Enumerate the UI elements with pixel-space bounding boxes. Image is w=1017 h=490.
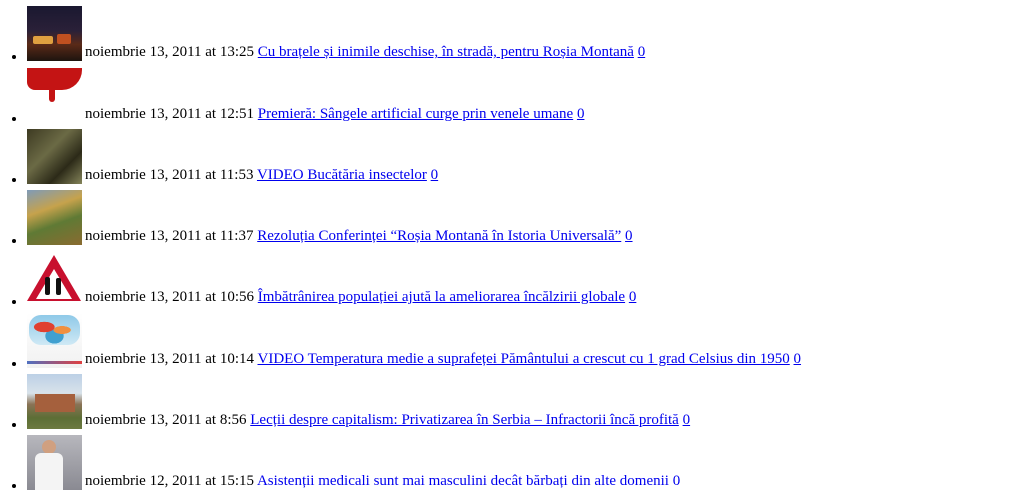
post-date: noiembrie 13, 2011 [85, 350, 202, 367]
post-thumbnail-icon[interactable] [27, 67, 82, 123]
list-item: noiembrie 12, 2011 at 15:15 Asistenții m… [27, 429, 1017, 490]
post-title-link[interactable]: VIDEO Bucătăria insectelor [257, 167, 427, 183]
post-date: noiembrie 13, 2011 [85, 289, 202, 306]
post-thumbnail-icon[interactable] [27, 6, 82, 62]
post-time: 10:14 [219, 350, 255, 367]
post-date: noiembrie 12, 2011 [85, 473, 202, 489]
warning-triangle-inner [36, 269, 72, 300]
post-title-link[interactable]: Îmbătrânirea populației ajută la amelior… [258, 289, 625, 305]
list-item: noiembrie 13, 2011 at 11:37 Rezoluția Co… [27, 184, 1017, 245]
post-at: at [205, 228, 217, 244]
post-title-link[interactable]: Rezoluția Conferinței “Roșia Montană în … [257, 228, 621, 244]
list-item: noiembrie 13, 2011 at 13:25 Cu brațele ș… [27, 0, 1017, 62]
comments-count-link[interactable]: 0 [683, 412, 691, 428]
post-at: at [205, 350, 217, 367]
comments-count-link[interactable]: 0 [638, 44, 646, 60]
post-date: noiembrie 13, 2011 [85, 228, 202, 244]
post-time: 10:56 [219, 289, 255, 306]
color-scale-bar [27, 360, 82, 364]
post-time: 13:25 [219, 44, 255, 61]
post-time: 12:51 [219, 105, 255, 122]
post-thumbnail-icon[interactable] [27, 373, 82, 429]
post-thumbnail-icon[interactable] [27, 312, 82, 368]
post-thumbnail-icon[interactable] [27, 128, 82, 184]
post-date: noiembrie 13, 2011 [85, 44, 202, 61]
comments-count-link[interactable]: 0 [431, 167, 439, 183]
post-at: at [205, 411, 217, 428]
post-list: noiembrie 13, 2011 at 13:25 Cu brațele ș… [0, 0, 1017, 490]
post-title-link[interactable]: Premieră: Sângele artificial curge prin … [258, 106, 573, 122]
post-title-link[interactable]: VIDEO Temperatura medie a suprafeței Păm… [258, 351, 790, 367]
list-item: noiembrie 13, 2011 at 10:56 Îmbătrânirea… [27, 245, 1017, 307]
post-title-link[interactable]: Asistenții medicali sunt mai masculini d… [257, 473, 669, 489]
post-time: 11:37 [219, 228, 254, 244]
list-item: noiembrie 13, 2011 at 12:51 Premieră: Sâ… [27, 61, 1017, 123]
list-item: noiembrie 13, 2011 at 11:53 VIDEO Bucătă… [27, 123, 1017, 184]
post-at: at [205, 44, 217, 61]
post-date: noiembrie 13, 2011 [85, 105, 202, 122]
post-title-link[interactable]: Lecții despre capitalism: Privatizarea î… [250, 412, 679, 428]
post-time: 15:15 [219, 473, 255, 489]
comments-count-link[interactable]: 0 [629, 289, 637, 305]
list-item: noiembrie 13, 2011 at 10:14 VIDEO Temper… [27, 306, 1017, 368]
comments-count-link[interactable]: 0 [794, 351, 802, 367]
world-map-icon [29, 314, 80, 345]
post-thumbnail-icon[interactable] [27, 435, 82, 490]
list-item: noiembrie 13, 2011 at 8:56 Lecții despre… [27, 368, 1017, 429]
post-time: 8:56 [219, 411, 247, 428]
post-time: 11:53 [219, 166, 254, 183]
post-thumbnail-icon[interactable] [27, 251, 82, 307]
post-at: at [205, 289, 217, 306]
post-date: noiembrie 13, 2011 [85, 166, 202, 183]
post-title-link[interactable]: Cu brațele și inimile deschise, în strad… [258, 44, 634, 60]
post-at: at [205, 166, 217, 183]
post-thumbnail-icon[interactable] [27, 190, 82, 245]
comments-count-link[interactable]: 0 [577, 106, 585, 122]
comments-count-link[interactable]: 0 [625, 228, 633, 244]
elderly-figure-icon [56, 278, 61, 296]
post-date: noiembrie 13, 2011 [85, 411, 202, 428]
post-at: at [205, 105, 217, 122]
comments-count-link[interactable]: 0 [673, 473, 681, 489]
post-at: at [205, 473, 217, 489]
elderly-figure-icon [45, 277, 50, 296]
